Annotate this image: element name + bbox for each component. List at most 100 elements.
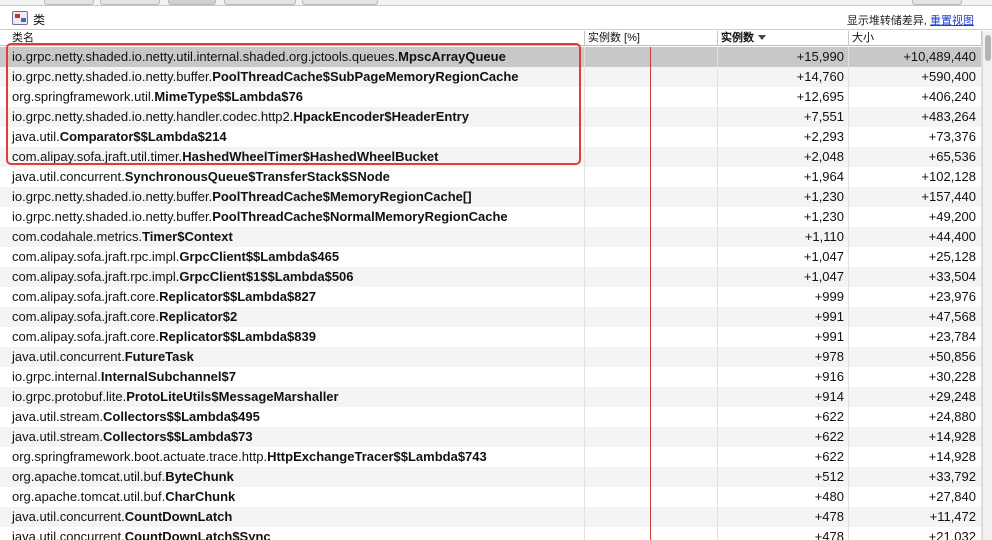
toolbar-strip	[0, 0, 992, 6]
size-cell: +33,504	[849, 267, 982, 287]
instances-percent-cell	[585, 327, 718, 347]
table-row[interactable]: com.alipay.sofa.jraft.util.timer.HashedW…	[0, 147, 982, 167]
table-row[interactable]: java.util.Comparator$$Lambda$214 +2,293 +7…	[0, 127, 982, 147]
class-simple-name: Timer$Context	[142, 229, 233, 244]
table-row[interactable]: io.grpc.internal.InternalSubchannel$7 +91…	[0, 367, 982, 387]
class-name-cell: io.grpc.netty.shaded.io.netty.util.inter…	[0, 47, 585, 67]
table-row[interactable]: org.apache.tomcat.util.buf.ByteChunk +512…	[0, 467, 982, 487]
table-row[interactable]: com.alipay.sofa.jraft.rpc.impl.GrpcClien…	[0, 247, 982, 267]
class-name-cell: java.util.Comparator$$Lambda$214	[0, 127, 585, 147]
class-simple-name: ProtoLiteUtils$MessageMarshaller	[126, 389, 339, 404]
toolbar-button[interactable]	[912, 0, 962, 5]
percent-bar-marker	[650, 247, 651, 267]
class-simple-name: CountDownLatch$Sync	[124, 529, 271, 540]
classes-icon	[12, 11, 28, 25]
size-cell: +23,784	[849, 327, 982, 347]
column-header-size[interactable]: 大小	[849, 31, 982, 46]
percent-bar-marker	[650, 267, 651, 287]
instances-cell: +2,293	[718, 127, 849, 147]
class-name-cell: java.util.stream.Collectors$$Lambda$73	[0, 427, 585, 447]
table-row[interactable]: com.codahale.metrics.Timer$Context +1,110…	[0, 227, 982, 247]
class-name-cell: com.alipay.sofa.jraft.util.timer.HashedW…	[0, 147, 585, 167]
table-row[interactable]: org.springframework.util.MimeType$$Lambd…	[0, 87, 982, 107]
class-name-cell: io.grpc.protobuf.lite.ProtoLiteUtils$Mes…	[0, 387, 585, 407]
column-header-class-name[interactable]: 类名	[0, 31, 585, 46]
table-row[interactable]: io.grpc.netty.shaded.io.netty.util.inter…	[0, 47, 982, 67]
instances-cell: +2,048	[718, 147, 849, 167]
table-row[interactable]: org.springframework.boot.actuate.trace.h…	[0, 447, 982, 467]
class-simple-name: InternalSubchannel$7	[100, 369, 236, 384]
table-row[interactable]: java.util.stream.Collectors$$Lambda$73 +6…	[0, 427, 982, 447]
table-row[interactable]: com.alipay.sofa.jraft.rpc.impl.GrpcClien…	[0, 267, 982, 287]
package-name: java.util.concurrent.	[12, 509, 125, 524]
table-row[interactable]: java.util.concurrent.CountDownLatch$Sync…	[0, 527, 982, 540]
table-row[interactable]: java.util.stream.Collectors$$Lambda$495 +…	[0, 407, 982, 427]
toolbar-button[interactable]	[100, 0, 160, 5]
instances-percent-cell	[585, 147, 718, 167]
class-name-cell: com.alipay.sofa.jraft.rpc.impl.GrpcClien…	[0, 267, 585, 287]
percent-bar-marker	[650, 227, 651, 247]
instances-percent-cell	[585, 247, 718, 267]
size-cell: +406,240	[849, 87, 982, 107]
instances-cell: +622	[718, 447, 849, 467]
percent-bar-marker	[650, 427, 651, 447]
class-name-cell: org.apache.tomcat.util.buf.CharChunk	[0, 487, 585, 507]
table-row[interactable]: io.grpc.netty.shaded.io.netty.handler.co…	[0, 107, 982, 127]
class-simple-name: PoolThreadCache$SubPageMemoryRegionCache	[212, 69, 519, 84]
percent-bar-marker	[650, 207, 651, 227]
vertical-scrollbar[interactable]	[982, 31, 992, 540]
classes-panel-header: 类 显示堆转储差异, 重置视图	[0, 7, 992, 30]
size-cell: +33,792	[849, 467, 982, 487]
class-simple-name: CharChunk	[165, 489, 236, 504]
class-simple-name: FutureTask	[124, 349, 194, 364]
instances-percent-cell	[585, 227, 718, 247]
instances-percent-cell	[585, 367, 718, 387]
table-row[interactable]: io.grpc.netty.shaded.io.netty.buffer.Poo…	[0, 187, 982, 207]
instances-percent-cell	[585, 347, 718, 367]
toolbar-button[interactable]	[302, 0, 378, 5]
instances-cell: +1,047	[718, 267, 849, 287]
percent-bar-marker	[650, 87, 651, 107]
class-simple-name: Collectors$$Lambda$495	[103, 409, 260, 424]
toolbar-button[interactable]	[224, 0, 296, 5]
size-cell: +27,840	[849, 487, 982, 507]
table-row[interactable]: io.grpc.netty.shaded.io.netty.buffer.Poo…	[0, 67, 982, 87]
instances-percent-cell	[585, 87, 718, 107]
scrollbar-thumb[interactable]	[985, 35, 991, 61]
instances-percent-cell	[585, 107, 718, 127]
table-row[interactable]: org.apache.tomcat.util.buf.CharChunk +480…	[0, 487, 982, 507]
package-name: com.alipay.sofa.jraft.rpc.impl.	[12, 269, 180, 284]
table-row[interactable]: java.util.concurrent.CountDownLatch +478 +…	[0, 507, 982, 527]
percent-bar-marker	[650, 387, 651, 407]
instances-percent-cell	[585, 527, 718, 540]
package-name: io.grpc.netty.shaded.io.netty.buffer.	[12, 69, 213, 84]
toolbar-button[interactable]	[168, 0, 216, 5]
toolbar-button[interactable]	[44, 0, 94, 5]
class-simple-name: PoolThreadCache$NormalMemoryRegionCache	[212, 209, 508, 224]
instances-percent-cell	[585, 187, 718, 207]
table-row[interactable]: io.grpc.netty.shaded.io.netty.buffer.Poo…	[0, 207, 982, 227]
instances-percent-cell	[585, 387, 718, 407]
class-simple-name: HashedWheelTimer$HashedWheelBucket	[182, 149, 439, 164]
reset-view-link[interactable]: 重置视图	[930, 15, 974, 27]
table-row[interactable]: com.alipay.sofa.jraft.core.Replicator$2 +…	[0, 307, 982, 327]
percent-bar-marker	[650, 447, 651, 467]
table-row[interactable]: com.alipay.sofa.jraft.core.Replicator$$L…	[0, 287, 982, 307]
instances-cell: +478	[718, 527, 849, 540]
class-simple-name: SynchronousQueue$TransferStack$SNode	[124, 169, 390, 184]
instances-percent-cell	[585, 427, 718, 447]
column-header-instances-percent[interactable]: 实例数 [%]	[585, 31, 718, 46]
class-name-cell: com.alipay.sofa.jraft.core.Replicator$$L…	[0, 327, 585, 347]
table-row[interactable]: java.util.concurrent.FutureTask +978 +50,8…	[0, 347, 982, 367]
table-row[interactable]: com.alipay.sofa.jraft.core.Replicator$$L…	[0, 327, 982, 347]
class-simple-name: Replicator$$Lambda$839	[159, 329, 316, 344]
package-name: java.util.concurrent.	[12, 169, 125, 184]
package-name: com.alipay.sofa.jraft.util.timer.	[12, 149, 183, 164]
table-row[interactable]: io.grpc.protobuf.lite.ProtoLiteUtils$Mes…	[0, 387, 982, 407]
table-row[interactable]: java.util.concurrent.SynchronousQueue$Tr…	[0, 167, 982, 187]
class-simple-name: GrpcClient$1$$Lambda$506	[179, 269, 354, 284]
column-header-instances[interactable]: 实例数	[718, 31, 849, 46]
instances-cell: +1,230	[718, 207, 849, 227]
package-name: com.alipay.sofa.jraft.rpc.impl.	[12, 249, 180, 264]
class-simple-name: MpscArrayQueue	[398, 49, 506, 64]
